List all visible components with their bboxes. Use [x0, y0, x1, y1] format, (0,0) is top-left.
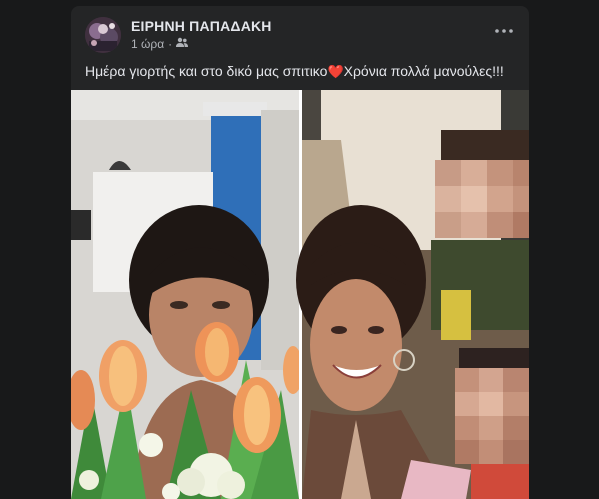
- pixelated-face: [435, 130, 529, 238]
- author-name[interactable]: ΕΙΡΗΝΗ ΠΑΠΑΔΑΚΗ: [131, 18, 272, 34]
- post-photo[interactable]: [71, 90, 529, 499]
- post-meta: 1 ώρα ·: [131, 37, 189, 51]
- post-text-greeting: Χρόνια πολλά μανούλες!!!: [343, 63, 504, 79]
- right-photo: [296, 90, 529, 499]
- pixelated-face: [455, 348, 529, 464]
- post-card: ΕΙΡΗΝΗ ΠΑΠΑΔΑΚΗ 1 ώρα · Ημέρα γιορτής κα: [71, 6, 529, 499]
- post-header: ΕΙΡΗΝΗ ΠΑΠΑΔΑΚΗ 1 ώρα ·: [85, 17, 519, 53]
- post-text: Ημέρα γιορτής και στο δικό μας σπιτικο❤️…: [85, 63, 517, 80]
- friends-icon[interactable]: [176, 37, 189, 51]
- left-photo: [71, 90, 303, 499]
- post-time[interactable]: 1 ώρα: [131, 37, 164, 51]
- author-avatar[interactable]: [85, 17, 121, 53]
- heart-emoji: ❤️: [327, 64, 344, 79]
- more-options-icon[interactable]: [493, 23, 515, 39]
- post-text-main: Ημέρα γιορτής και στο δικό μας σπιτικο: [85, 63, 328, 79]
- meta-separator: ·: [168, 37, 173, 51]
